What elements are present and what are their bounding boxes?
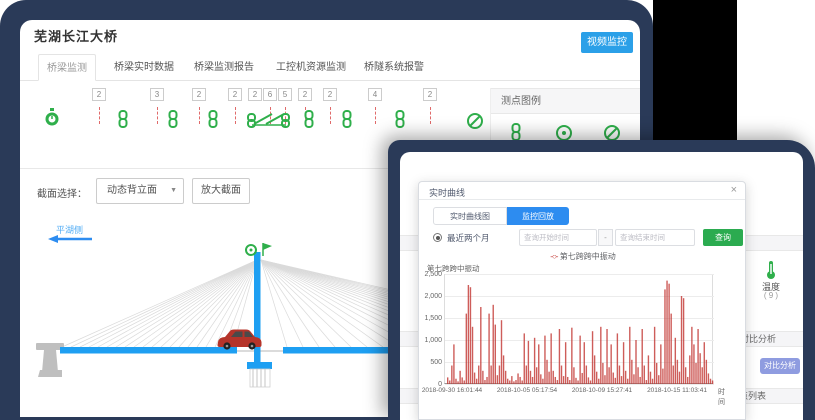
background-black-area — [653, 0, 737, 140]
date-range-separator: - — [598, 229, 613, 246]
compare-analysis-button[interactable]: 对比分析 — [760, 358, 800, 374]
sensor-dropline — [430, 107, 431, 124]
query-end-time-input[interactable] — [615, 229, 695, 246]
page-title: 芜湖长江大桥 — [34, 26, 118, 45]
ban-icon[interactable] — [466, 112, 484, 130]
chart-legend[interactable]: -○- 第七跨跨中振动 — [419, 251, 747, 262]
temperature-count: ( 9 ) — [756, 291, 786, 300]
tab-realtime-curve[interactable]: 实时曲线图 — [433, 207, 507, 225]
link-sensor-icon[interactable] — [393, 110, 407, 128]
vibration-chart-bars — [445, 274, 714, 384]
last-two-months-radio[interactable] — [433, 233, 442, 242]
vibration-chart-plot: 2,500 2,000 1,500 1,000 500 0 2018-09-30… — [444, 274, 713, 384]
sensor-count-badge: 2 — [192, 88, 206, 101]
tab-ipc-resource[interactable]: 工控机资源监测 — [268, 54, 354, 81]
sensor-dropline — [235, 107, 236, 124]
link-sensor-icon[interactable] — [116, 110, 130, 128]
sensor-count-badge: 2 — [298, 88, 312, 101]
sensor-count-badge: 3 — [150, 88, 164, 101]
sensor-count-badge: 2 — [248, 88, 262, 101]
x-tick: 2018-10-09 15:27:41 — [567, 387, 637, 394]
tab-system-alarm[interactable]: 桥隧系统报警 — [356, 54, 432, 81]
tab-monitor-report[interactable]: 桥梁监测报告 — [186, 54, 262, 81]
section-select-dropdown[interactable]: 动态背立面 ▼ — [96, 178, 184, 204]
sensor-count-badge: 5 — [278, 88, 292, 101]
bridge-deck-left — [60, 347, 237, 354]
section-select-label: 截面选择： — [37, 185, 87, 200]
point-legend-title: 测点图例 — [491, 88, 640, 114]
sensor-count-badge: 4 — [368, 88, 382, 101]
sensor-count-badge: 2 — [228, 88, 242, 101]
query-button[interactable]: 查询 — [703, 229, 743, 246]
sensor-dropline — [199, 107, 200, 124]
bridge-pier — [36, 343, 64, 377]
sensor-dropline — [157, 107, 158, 124]
legend-series-label: 第七跨跨中振动 — [560, 252, 616, 261]
dialog-header: 实时曲线 × — [419, 182, 745, 200]
legend-line-circle-icon: -○- — [550, 252, 557, 261]
sensor-count-badge: 6 — [263, 88, 277, 101]
y-tick: 500 — [420, 359, 442, 366]
tab-bridge-monitor[interactable]: 桥梁监测 — [38, 54, 96, 81]
main-tabbar: 桥梁监测 桥梁实时数据 桥梁监测报告 工控机资源监测 桥隧系统报警 视频监控 — [20, 54, 640, 81]
secondary-window: 测点图例 温度 ( 9 ) 对比分析 对比分析 测点列表 实时曲线 × 实时曲线… — [400, 152, 803, 420]
y-tick: 2,000 — [420, 293, 442, 300]
link-sensor-icon[interactable] — [302, 110, 316, 128]
video-monitor-button[interactable]: 视频监控 — [581, 32, 633, 53]
link-icon — [509, 122, 523, 142]
y-tick: 1,000 — [420, 337, 442, 344]
tab-realtime-data[interactable]: 桥梁实时数据 — [106, 54, 182, 81]
sensor-count-badge: 2 — [323, 88, 337, 101]
link-sensor-icon[interactable] — [340, 110, 354, 128]
point-legend-panel: 测点图例 — [490, 88, 640, 145]
composite-screenshot: 芜湖长江大桥 桥梁监测 桥梁实时数据 桥梁监测报告 工控机资源监测 桥隧系统报警… — [0, 0, 815, 420]
y-tick: 2,500 — [420, 271, 442, 278]
sensor-dropline — [375, 107, 376, 124]
tower-piles — [250, 369, 270, 387]
y-tick: 1,500 — [420, 315, 442, 322]
close-icon[interactable]: × — [731, 184, 737, 196]
link-sensor-icon[interactable] — [206, 110, 220, 128]
realtime-curve-dialog: 实时曲线 × 实时曲线图 监控回放 最近两个月 - 查询 -○- 第七跨跨中振动… — [418, 181, 746, 420]
dialog-title: 实时曲线 — [429, 186, 465, 199]
tower-cap — [247, 362, 272, 369]
last-two-months-label: 最近两个月 — [447, 232, 490, 244]
tab-monitor-playback[interactable]: 监控回放 — [507, 207, 569, 225]
chevron-down-icon: ▼ — [170, 179, 177, 203]
x-tick: 2018-09-30 16:01:44 — [417, 387, 487, 394]
enlarge-section-button[interactable]: 放大截面 — [192, 178, 250, 204]
sensor-count-badge: 2 — [92, 88, 106, 101]
x-axis-name: 时间 — [718, 387, 725, 407]
x-tick: 2018-10-15 11:03:41 — [642, 387, 712, 394]
section-select-value: 动态背立面 — [107, 185, 157, 196]
thermometer-icon[interactable] — [764, 260, 778, 280]
query-start-time-input[interactable] — [519, 229, 597, 246]
x-tick: 2018-10-05 05:17:54 — [492, 387, 562, 394]
link-sensor-icon[interactable] — [166, 110, 180, 128]
sensor-dropline — [99, 107, 100, 124]
sensor-row: 2 3 2 2 2 6 5 — [20, 88, 488, 145]
truss-sensor-icon[interactable] — [246, 110, 292, 128]
sensor-count-badge: 2 — [423, 88, 437, 101]
sensor-dropline — [330, 107, 331, 124]
stopwatch-icon[interactable] — [44, 108, 60, 128]
